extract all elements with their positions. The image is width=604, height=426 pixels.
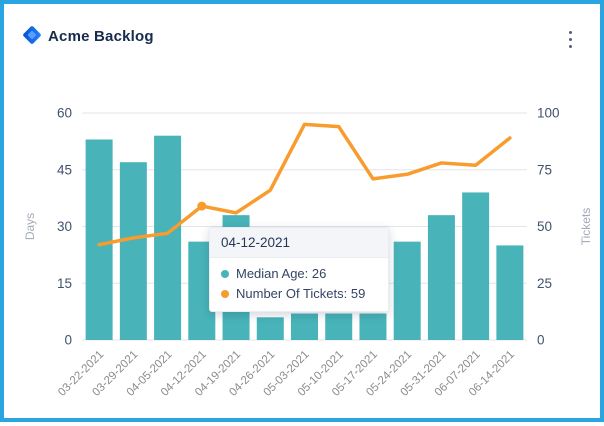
- bar-04-26-2021[interactable]: [257, 317, 284, 340]
- bar-06-14-2021[interactable]: [496, 245, 523, 340]
- left-axis-tick-label: 30: [57, 219, 72, 234]
- right-axis-tick-label: 50: [537, 219, 552, 234]
- bar-05-10-2021[interactable]: [325, 314, 352, 340]
- tooltip-body: Median Age: 26 Number Of Tickets: 59: [210, 258, 388, 311]
- right-axis-tick-label: 100: [537, 106, 560, 121]
- highlighted-point[interactable]: [197, 202, 206, 211]
- bar-05-03-2021[interactable]: [291, 314, 318, 340]
- acme-backlog-window: { "header": { "title": "Acme Backlog" },…: [0, 0, 604, 422]
- backlog-combo-chart[interactable]: 0015253050457560100DaysTickets03-22-2021…: [4, 4, 604, 426]
- right-axis-title: Tickets: [579, 208, 593, 246]
- right-axis-tick-label: 75: [537, 162, 552, 177]
- left-axis-tick-label: 60: [57, 106, 72, 121]
- bar-03-22-2021[interactable]: [86, 139, 113, 340]
- bar-05-31-2021[interactable]: [428, 215, 455, 340]
- right-axis-tick-label: 25: [537, 276, 552, 291]
- tooltip-row-label: Number Of Tickets: 59: [236, 286, 365, 301]
- tooltip-row-label: Median Age: 26: [236, 266, 326, 281]
- bar-06-07-2021[interactable]: [462, 192, 489, 340]
- right-axis-tick-label: 0: [537, 333, 545, 348]
- left-axis-tick-label: 45: [57, 162, 72, 177]
- left-axis-tick-label: 15: [57, 276, 72, 291]
- tooltip-row: Median Age: 26: [221, 266, 377, 281]
- left-axis-tick-label: 0: [64, 333, 72, 348]
- chart-tooltip: 04-12-2021 Median Age: 26 Number Of Ticke…: [209, 227, 389, 312]
- bar-05-17-2021[interactable]: [359, 314, 386, 340]
- tooltip-date: 04-12-2021: [210, 228, 388, 258]
- bar-05-24-2021[interactable]: [394, 242, 421, 340]
- bar-04-05-2021[interactable]: [154, 136, 181, 340]
- bar-03-29-2021[interactable]: [120, 162, 147, 340]
- left-axis-title: Days: [23, 213, 37, 240]
- series-dot-icon: [221, 290, 229, 298]
- series-dot-icon: [221, 270, 229, 278]
- tooltip-row: Number Of Tickets: 59: [221, 286, 377, 301]
